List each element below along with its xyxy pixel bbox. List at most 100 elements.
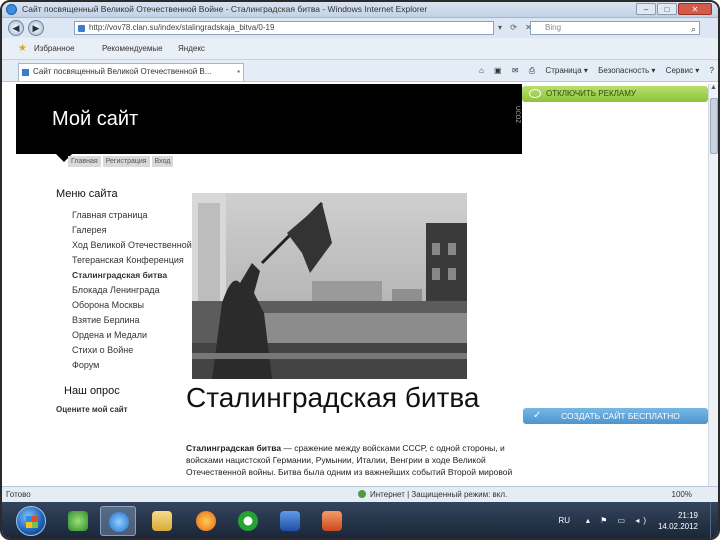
windows-logo-icon [26, 516, 38, 528]
powerpoint-icon [322, 511, 342, 531]
sidebar-item-stalingrad[interactable]: Сталинградская битва [56, 268, 196, 283]
clock-date: 14.02.2012 [657, 522, 698, 531]
status-bar: Готово Интернет | Защищенный режим: вкл.… [2, 486, 718, 502]
address-bar: ◀ ▶ http://vov78.clan.su/index/stalingra… [2, 18, 718, 38]
sidebar-item-gallery[interactable]: Галерея [56, 223, 196, 238]
poll-question: Оцените мой сайт [56, 405, 128, 414]
url-text: http://vov78.clan.su/index/stalingradska… [89, 23, 275, 32]
article-text: Сталинградская битва — сражение между во… [186, 442, 528, 478]
title-bar: Сайт посвященный Великой Отечественной В… [2, 2, 718, 18]
network-globe-icon [68, 511, 88, 531]
mail-icon[interactable]: ✉ [512, 66, 519, 75]
clock-time: 21:19 [677, 511, 698, 520]
url-field[interactable]: http://vov78.clan.su/index/stalingradska… [74, 21, 494, 35]
favorites-star-icon[interactable]: ★ [18, 43, 27, 54]
tab-title: Сайт посвященный Великой Отечественной В… [33, 67, 212, 76]
back-button[interactable]: ◀ [8, 20, 24, 36]
taskbar-app-word[interactable] [272, 506, 308, 536]
word-icon [280, 511, 300, 531]
vertical-scrollbar[interactable]: ▲ [708, 84, 718, 486]
taskbar-app-ie[interactable] [100, 506, 136, 536]
maximize-button[interactable]: □ [657, 3, 677, 15]
sidebar-item-leningrad[interactable]: Блокада Ленинграда [56, 283, 196, 298]
sidebar-item-home[interactable]: Главная страница [56, 208, 196, 223]
stalingrad-photo [192, 193, 467, 379]
at-sign-icon [238, 511, 258, 531]
taskbar-app-network[interactable] [60, 506, 96, 536]
header-side-label: UCOZ [514, 106, 520, 123]
check-icon: ✓ [533, 410, 542, 421]
create-site-button[interactable]: ✓ СОЗДАТЬ САЙТ БЕСПЛАТНО [523, 408, 708, 424]
taskbar-app-powerpoint[interactable] [314, 506, 350, 536]
taskbar-app-firefox[interactable] [188, 506, 224, 536]
page-content: Мой сайт UCOZ Главная Регистрация Вход О… [16, 84, 708, 486]
sidebar-item-berlin[interactable]: Взятие Берлина [56, 313, 196, 328]
security-zone[interactable]: Интернет | Защищенный режим: вкл. [358, 487, 507, 502]
tray-icons[interactable]: ▴ ⚑ ▭ ◂) [586, 516, 650, 525]
page-favicon-icon [78, 25, 85, 32]
language-indicator[interactable]: RU [558, 516, 570, 525]
page-menu[interactable]: Страница ▾ [545, 66, 588, 75]
scroll-up-icon[interactable]: ▲ [709, 84, 718, 91]
article-lead: Сталинградская битва [186, 443, 282, 453]
tab-bar: Сайт посвященный Великой Отечественной В… [2, 60, 718, 82]
scroll-thumb[interactable] [710, 98, 718, 154]
taskbar-app-explorer[interactable] [144, 506, 180, 536]
browser-window: Сайт посвященный Великой Отечественной В… [0, 0, 720, 540]
service-menu[interactable]: Сервис ▾ [666, 66, 700, 75]
disable-ads-label: ОТКЛЮЧИТЬ РЕКЛАМУ [546, 89, 636, 98]
show-desktop-button[interactable] [710, 502, 718, 538]
minimize-button[interactable]: – [636, 3, 656, 15]
sidebar: Меню сайта Главная страница Галерея Ход … [56, 188, 196, 414]
search-placeholder: Bing [545, 23, 562, 32]
safety-menu[interactable]: Безопасность ▾ [598, 66, 655, 75]
ie-icon [6, 4, 17, 15]
sidebar-menu-title: Меню сайта [56, 188, 118, 200]
sidebar-item-poems[interactable]: Стихи о Войне [56, 343, 196, 358]
top-menu: Главная Регистрация Вход [68, 156, 174, 167]
disable-ads-button[interactable]: ОТКЛЮЧИТЬ РЕКЛАМУ [522, 86, 708, 102]
stalingrad-photo-image [192, 193, 467, 379]
top-menu-register[interactable]: Регистрация [102, 156, 150, 167]
firefox-icon [196, 511, 216, 531]
folder-icon [152, 511, 172, 531]
article-title: Сталинградская битва [186, 382, 480, 413]
ie-taskbar-icon [109, 512, 129, 532]
window-title: Сайт посвященный Великой Отечественной В… [22, 4, 428, 14]
sidebar-item-tehran[interactable]: Тегеранская Конференция [56, 253, 196, 268]
suggested-sites-link[interactable]: Рекомендуемые [102, 44, 163, 53]
tab-current[interactable]: Сайт посвященный Великой Отечественной В… [18, 63, 244, 81]
sidebar-item-moscow[interactable]: Оборона Москвы [56, 298, 196, 313]
feeds-icon[interactable]: ▣ [494, 66, 502, 75]
top-menu-login[interactable]: Вход [151, 156, 174, 167]
site-header: Мой сайт UCOZ [16, 84, 522, 162]
help-button[interactable]: ? [710, 66, 714, 75]
yandex-link[interactable]: Яндекс [178, 44, 205, 53]
taskbar-app-mailru[interactable] [230, 506, 266, 536]
print-icon[interactable]: ⎙ [529, 66, 535, 75]
tab-close-icon[interactable]: ▪ [237, 64, 240, 80]
sidebar-item-forum[interactable]: Форум [56, 358, 196, 373]
poll-title: Наш опрос [64, 385, 120, 397]
start-button[interactable] [16, 506, 46, 536]
site-title[interactable]: Мой сайт [52, 108, 138, 131]
home-icon[interactable]: ⌂ [479, 66, 484, 75]
zoom-level[interactable]: 100% [672, 487, 692, 502]
favorites-button[interactable]: Избранное [34, 44, 75, 53]
create-site-label: СОЗДАТЬ САЙТ БЕСПЛАТНО [561, 411, 680, 421]
sidebar-item-war-course[interactable]: Ход Великой Отечественной [56, 238, 196, 253]
forward-button[interactable]: ▶ [28, 20, 44, 36]
clock[interactable]: 21:19 14.02.2012 [652, 510, 698, 532]
favorites-bar: ★ Избранное Рекомендуемые Яндекс [2, 38, 718, 60]
status-ready: Готово [6, 490, 31, 499]
sidebar-item-medals[interactable]: Ордена и Медали [56, 328, 196, 343]
top-menu-home[interactable]: Главная [68, 156, 101, 167]
window-controls: – □ ✕ [636, 3, 712, 15]
close-button[interactable]: ✕ [678, 3, 712, 15]
search-field[interactable]: Bing ⌕ [530, 21, 700, 35]
search-icon[interactable]: ⌕ [691, 23, 696, 35]
taskbar: RU ▴ ⚑ ▭ ◂) 21:19 14.02.2012 [2, 502, 718, 538]
tab-favicon-icon [22, 69, 29, 76]
eye-icon [529, 89, 541, 98]
command-bar: ⌂ ▣ ✉ ⎙ Страница ▾ Безопасность ▾ Сервис… [471, 66, 714, 76]
